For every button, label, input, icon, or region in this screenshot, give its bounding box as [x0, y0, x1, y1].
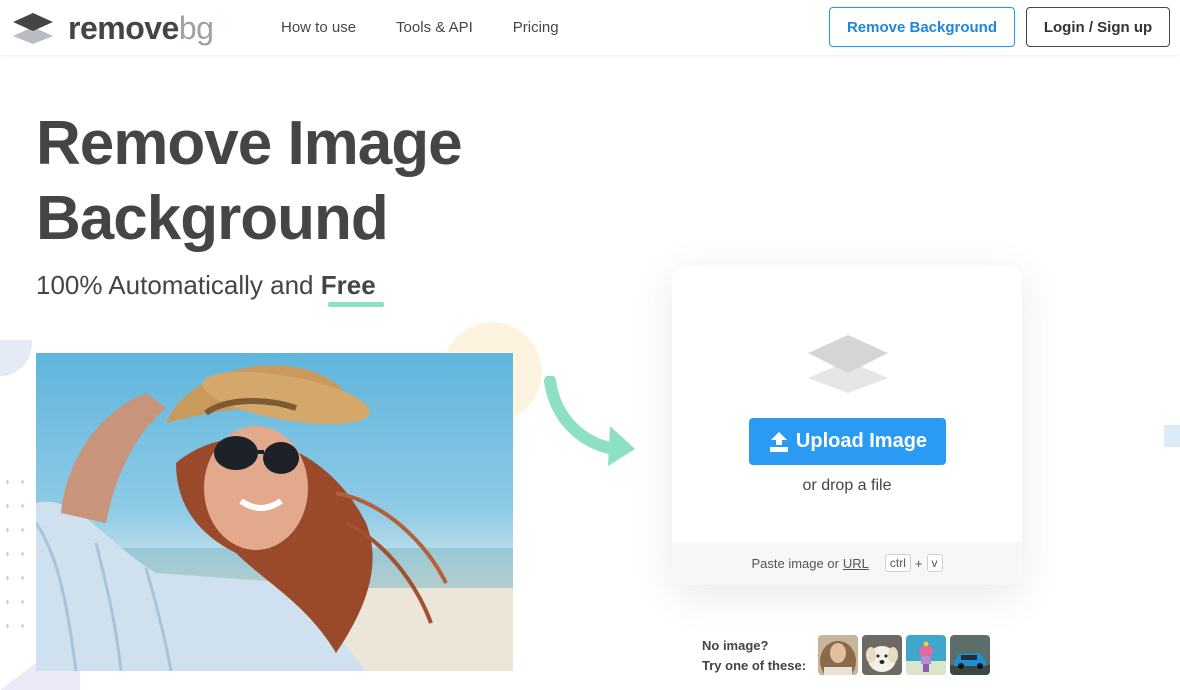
login-signup-button[interactable]: Login / Sign up: [1026, 7, 1170, 47]
top-header: removebg How to use Tools & API Pricing …: [0, 0, 1180, 55]
remove-background-button[interactable]: Remove Background: [829, 7, 1015, 47]
hero-title-line2: Background: [36, 184, 389, 253]
sample-dog-thumbnail[interactable]: [862, 635, 902, 675]
upload-icon: [769, 431, 788, 452]
samples-line1: No image?: [702, 638, 769, 653]
dog-image: [862, 635, 902, 675]
upload-dropzone[interactable]: Upload Image or drop a file: [672, 265, 1022, 542]
sample-car-thumbnail[interactable]: [950, 635, 990, 675]
paste-bar: Paste image or URL ctrl + v: [672, 542, 1022, 585]
paste-url-link[interactable]: URL: [843, 556, 869, 571]
samples-label: No image? Try one of these:: [702, 636, 806, 676]
cake-image: [906, 635, 946, 675]
main-nav: How to use Tools & API Pricing: [281, 19, 559, 36]
logo-text: removebg: [68, 9, 214, 46]
hero-photo: [36, 353, 513, 671]
key-ctrl: ctrl: [884, 554, 911, 572]
free-underline: [328, 302, 384, 307]
nav-pricing[interactable]: Pricing: [513, 19, 559, 36]
arrow-icon: [544, 376, 635, 466]
subtitle-free: Free: [320, 270, 376, 300]
upload-image-label: Upload Image: [795, 430, 928, 452]
decorative-dots: [0, 470, 30, 630]
drop-file-text: or drop a file: [802, 477, 892, 494]
paste-prefix: Paste image or: [751, 555, 839, 571]
hero-subtitle: 100% Automatically and Free: [36, 270, 376, 301]
upload-image-button[interactable]: Upload Image: [749, 418, 946, 465]
hero-title: Remove Image Background: [36, 106, 463, 256]
decorative-half-circle: [0, 340, 32, 376]
logo-layers-icon: [13, 13, 53, 44]
logo[interactable]: removebg: [12, 8, 214, 48]
decorative-square: [1164, 425, 1180, 447]
paste-hint: Paste image or URL ctrl + v: [672, 554, 1022, 572]
key-v: v: [926, 554, 943, 572]
hero-title-line1: Remove Image: [36, 109, 463, 178]
samples-line2: Try one of these:: [702, 658, 807, 673]
nav-how-to-use[interactable]: How to use: [281, 19, 356, 36]
sample-cake-thumbnail[interactable]: [906, 635, 946, 675]
upload-card[interactable]: Upload Image or drop a file Paste image …: [672, 265, 1022, 585]
nav-tools-api[interactable]: Tools & API: [396, 19, 473, 36]
subtitle-prefix: 100% Automatically and: [36, 270, 321, 300]
layers-icon: [808, 335, 888, 393]
hero-photo-illustration: [36, 365, 513, 671]
car-image: [950, 635, 990, 675]
key-plus: +: [914, 555, 923, 571]
sample-woman-thumbnail[interactable]: [818, 635, 858, 675]
woman-image: [818, 635, 858, 675]
